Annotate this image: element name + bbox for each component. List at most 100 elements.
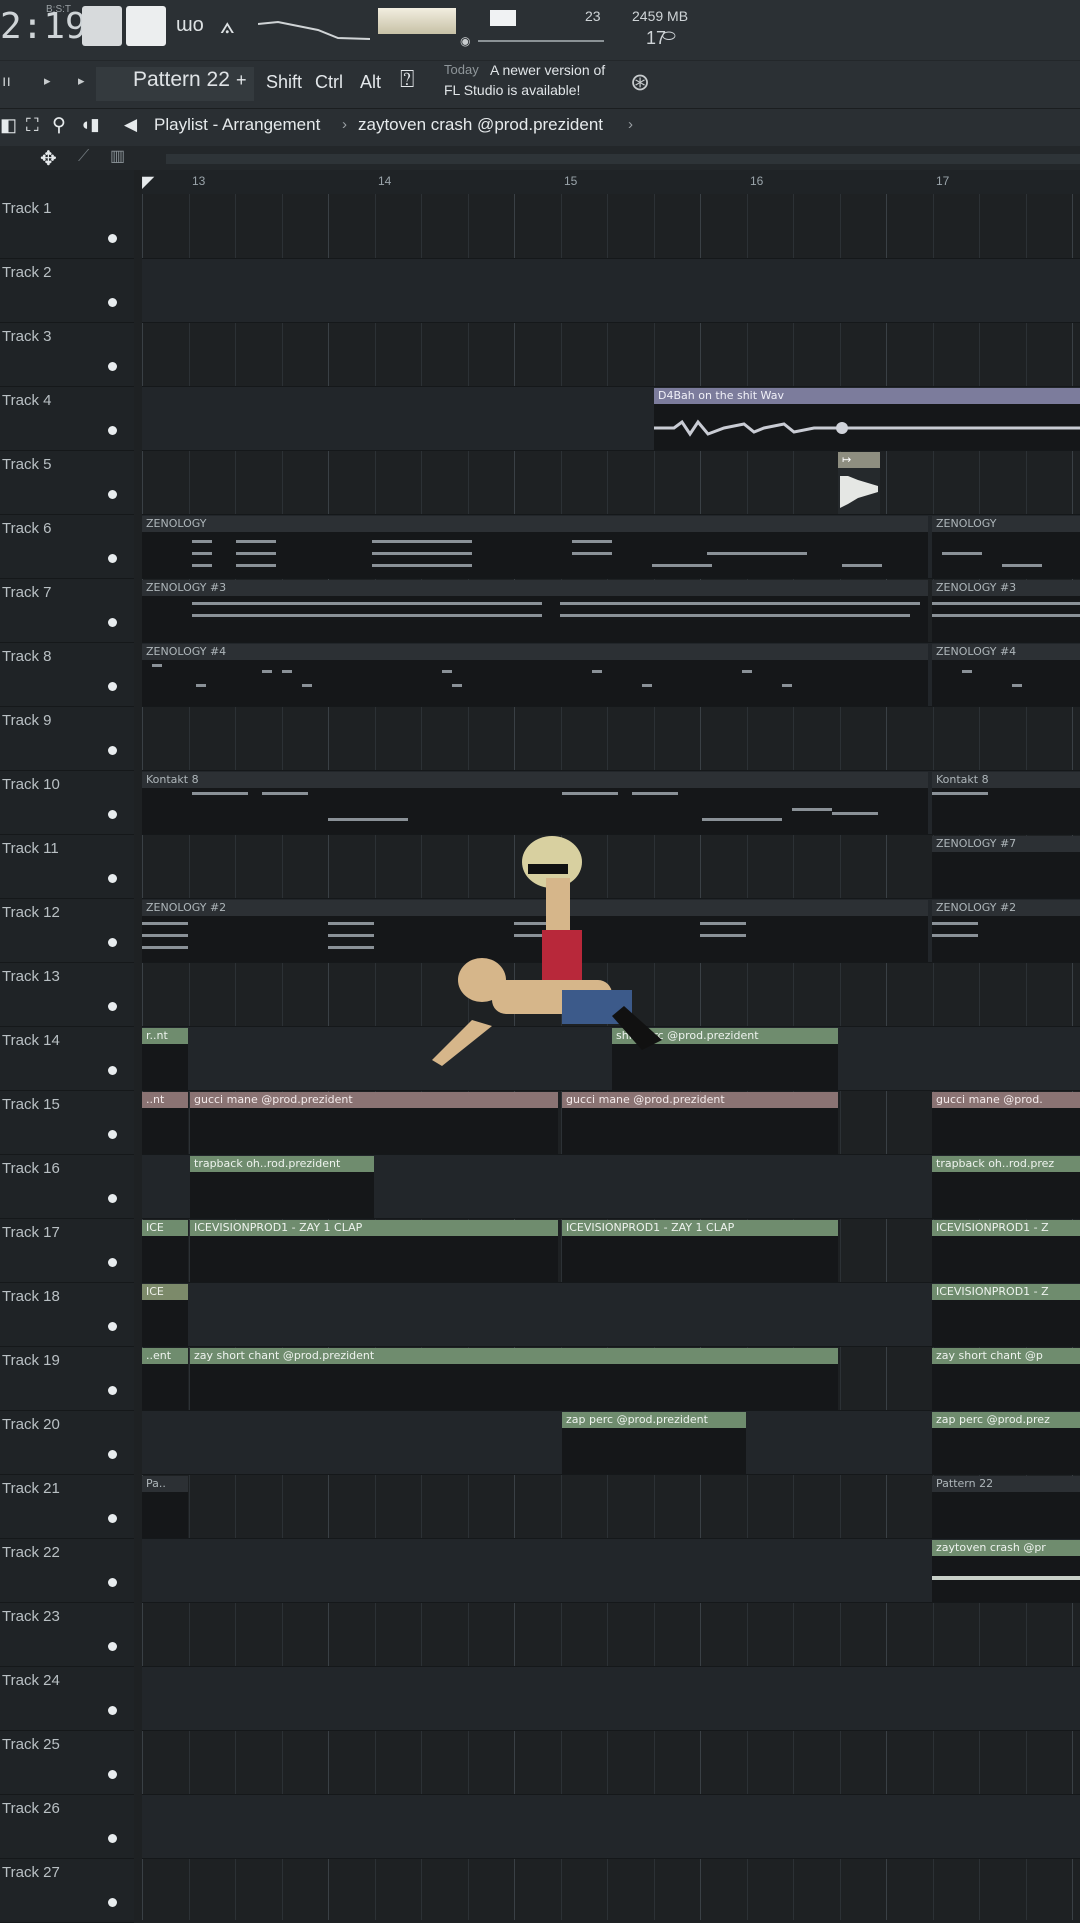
ctrl-key-button[interactable]: Ctrl [315,72,343,93]
slice-tool-icon[interactable]: ⟋ [78,148,89,166]
track-row[interactable] [142,450,1080,515]
track-header[interactable]: Track 4 [0,386,134,451]
track-row[interactable] [142,1602,1080,1667]
metronome-icon[interactable]: ⟑ [220,12,235,40]
pattern-clip[interactable]: Pa.. [142,1476,188,1538]
audio-clip[interactable]: trapback oh..rod.prezident [190,1156,374,1218]
track-row[interactable] [142,258,1080,323]
track-mute-button[interactable] [108,1322,117,1331]
track-mute-button[interactable] [108,426,117,435]
track-mute-button[interactable] [108,490,117,499]
track-mute-button[interactable] [108,810,117,819]
track-header[interactable]: Track 1 [0,194,134,259]
track-mute-button[interactable] [108,1450,117,1459]
audio-clip[interactable]: ..ent [142,1348,188,1410]
track-mute-button[interactable] [108,1066,117,1075]
track-header[interactable]: Track 3 [0,322,134,387]
track-header[interactable]: Track 16 [0,1154,134,1219]
audio-clip[interactable]: gucci mane @prod.prezident [562,1092,838,1154]
track-header[interactable]: Track 18 [0,1282,134,1347]
pattern-clip[interactable]: ZENOLOGY #7 [932,836,1080,898]
pattern-clip[interactable]: ZENOLOGY [142,516,928,578]
playlist-title[interactable]: Playlist - Arrangement [154,115,320,135]
track-header[interactable]: Track 7 [0,578,134,643]
track-row[interactable] [142,194,1080,259]
pattern-clip[interactable]: ZENOLOGY [932,516,1080,578]
track-mute-button[interactable] [108,1898,117,1907]
track-row[interactable] [142,1858,1080,1920]
track-header[interactable]: Track 19 [0,1346,134,1411]
tempo-icon[interactable]: ɯo [176,14,204,37]
track-header[interactable]: Track 10 [0,770,134,835]
track-mute-button[interactable] [108,1642,117,1651]
track-header[interactable]: Track 9 [0,706,134,771]
project-name[interactable]: zaytoven crash @prod.prezident [358,115,603,135]
track-row[interactable] [142,322,1080,387]
track-header[interactable]: Track 22 [0,1538,134,1603]
track-mute-button[interactable] [108,234,117,243]
track-row[interactable] [142,706,1080,771]
track-header[interactable]: Track 17 [0,1218,134,1283]
play-arrow-icon[interactable]: ▸ [44,73,51,89]
fullscreen-icon[interactable]: ⛶ [26,115,39,136]
playlist-grid[interactable]: D4Bah on the shit Wav ↦ ZENOLOGY ZENOLOG… [142,194,1080,1920]
track-header[interactable]: Track 21 [0,1474,134,1539]
track-mute-button[interactable] [108,1578,117,1587]
track-mute-button[interactable] [108,1002,117,1011]
audio-clip[interactable]: gucci mane @prod. [932,1092,1080,1154]
audio-clip[interactable]: D4Bah on the shit Wav [654,388,1080,450]
pattern-name[interactable]: Pattern 22 [133,68,230,92]
speaker-icon[interactable]: ◖▮ [80,115,100,135]
track-mute-button[interactable] [108,1834,117,1843]
track-header[interactable]: Track 11 [0,834,134,899]
update-icon[interactable]: ⊛ [630,68,650,97]
track-header[interactable]: Track 13 [0,962,134,1027]
select-tool-icon[interactable]: ◧ [0,115,17,136]
audio-clip[interactable]: zaytoven crash @pr [932,1540,1080,1602]
audio-clip[interactable]: trapback oh..rod.prez [932,1156,1080,1218]
audio-clip[interactable]: gucci mane @prod.prezident [190,1092,558,1154]
track-header[interactable]: Track 8 [0,642,134,707]
track-header[interactable]: Track 2 [0,258,134,323]
track-mute-button[interactable] [108,618,117,627]
audio-clip[interactable]: ICEVISIONPROD1 - ZAY 1 CLAP [562,1220,838,1282]
pattern-mode-button[interactable] [82,6,122,46]
audio-clip[interactable]: zay short chant @p [932,1348,1080,1410]
track-header[interactable]: Track 25 [0,1730,134,1795]
pattern-clip[interactable]: ZENOLOGY #3 [142,580,928,642]
audio-clip[interactable]: ..nt [142,1092,188,1154]
project-menu-arrow-icon[interactable]: › [628,116,633,133]
track-header[interactable]: Track 24 [0,1666,134,1731]
audio-clip[interactable]: zay short chant @prod.prezident [190,1348,838,1410]
zoom-icon[interactable]: ⚲ [52,114,66,137]
audio-clip[interactable]: ICE [142,1284,188,1346]
shift-key-button[interactable]: Shift [266,72,302,93]
playhead-marker[interactable]: ◤ [142,172,154,192]
audio-clip[interactable]: ↦ [838,452,880,514]
track-header[interactable]: Track 15 [0,1090,134,1155]
song-time[interactable]: 2:19 [0,6,87,47]
alt-key-button[interactable]: Alt [360,72,381,93]
track-mute-button[interactable] [108,1514,117,1523]
timeline-ruler[interactable]: ◤ 13 14 15 16 17 [142,170,1080,194]
pattern-clip[interactable]: ZENOLOGY #3 [932,580,1080,642]
pause-icon[interactable]: ıı [2,73,11,91]
pattern-clip[interactable]: Kontakt 8 [932,772,1080,834]
track-mute-button[interactable] [108,1258,117,1267]
track-mute-button[interactable] [108,1386,117,1395]
audio-clip[interactable]: ICE [142,1220,188,1282]
audio-clip[interactable]: r..nt [142,1028,188,1090]
audio-clip[interactable]: ICEVISIONPROD1 - Z [932,1284,1080,1346]
track-header[interactable]: Track 23 [0,1602,134,1667]
menu-arrow-icon[interactable]: ◀︎ [124,115,137,135]
pattern-clip[interactable]: Kontakt 8 [142,772,928,834]
track-row[interactable] [142,1794,1080,1859]
audio-clip[interactable]: ICEVISIONPROD1 - Z [932,1220,1080,1282]
piano-icon[interactable]: ▥ [110,146,125,166]
track-header[interactable]: Track 12 [0,898,134,963]
next-arrow-icon[interactable]: ▸ [78,73,85,89]
audio-clip[interactable]: ICEVISIONPROD1 - ZAY 1 CLAP [190,1220,558,1282]
track-mute-button[interactable] [108,746,117,755]
add-pattern-button[interactable]: + [236,70,247,91]
track-header[interactable]: Track 14 [0,1026,134,1091]
